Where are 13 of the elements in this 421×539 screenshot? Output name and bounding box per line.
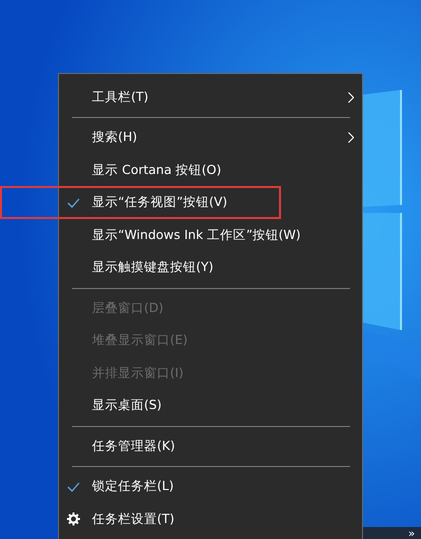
gear-icon [67, 512, 80, 526]
menu-item[interactable]: 显示桌面(S) [59, 390, 362, 422]
menu-item[interactable]: 任务管理器(K) [59, 430, 362, 462]
menu-item[interactable]: 显示触摸键盘按钮(Y) [59, 252, 362, 284]
menu-item[interactable]: 锁定任务栏(L) [59, 470, 362, 503]
menu-item[interactable]: 搜索(H) [59, 122, 362, 154]
menu-item[interactable]: 工具栏(T) [59, 81, 362, 114]
menu-item[interactable]: 显示“Windows Ink 工作区”按钮(W) [59, 219, 362, 252]
chevron-right-icon [348, 132, 354, 144]
menu-item[interactable]: 显示 Cortana 按钮(O) [59, 154, 362, 186]
overflow-chevron[interactable]: » [408, 528, 415, 538]
menu-item[interactable]: 任务栏设置(T) [59, 503, 362, 536]
chevron-right-icon [348, 92, 354, 103]
